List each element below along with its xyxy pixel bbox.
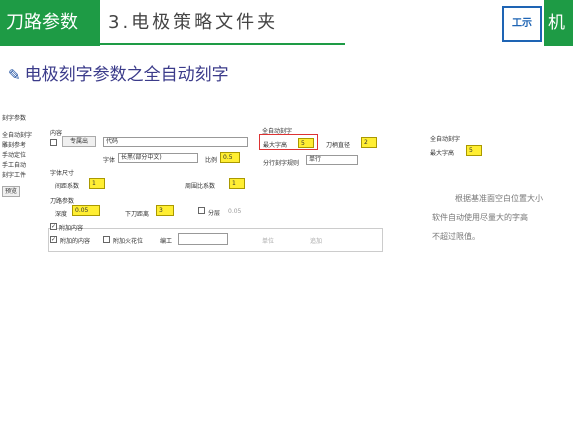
border-label: 周围比系数 bbox=[185, 183, 216, 190]
append-button[interactable]: 追加 bbox=[310, 236, 322, 245]
attach1-checkbox[interactable]: ✓ bbox=[50, 236, 57, 243]
down-input[interactable]: 3 bbox=[156, 205, 174, 216]
font-label: 字体 bbox=[103, 157, 116, 164]
depth-input[interactable]: 0.05 bbox=[72, 205, 100, 216]
spacing-input[interactable]: 1 bbox=[89, 178, 105, 189]
callout-max-size-input: 5 bbox=[466, 145, 482, 156]
brand-logo: 工示 bbox=[502, 6, 542, 42]
callout-max-size-label: 最大字高 bbox=[430, 150, 455, 157]
border-input[interactable]: 1 bbox=[229, 178, 245, 189]
layer-checkbox[interactable] bbox=[198, 207, 205, 214]
content-label: 内容 bbox=[50, 130, 63, 137]
sidebar-item-workpiece[interactable]: 刻字工件 bbox=[2, 170, 26, 179]
max-size-label: 最大字高 bbox=[263, 142, 288, 149]
order-label: 分行刻字规则 bbox=[263, 160, 300, 167]
pencil-icon: ✎ bbox=[8, 66, 21, 84]
sidebar-title: 刻字参数 bbox=[2, 115, 27, 122]
brand-name: 机 bbox=[544, 0, 573, 46]
title-underline bbox=[100, 43, 345, 45]
unit-button[interactable]: 单位 bbox=[262, 236, 274, 245]
preview-button[interactable]: 预览 bbox=[2, 186, 20, 197]
char-size-group-label: 字体尺寸 bbox=[50, 170, 75, 177]
tool-params-group-label: 刀路参数 bbox=[50, 198, 75, 205]
attach1-label: 附加的内容 bbox=[60, 238, 91, 245]
sidebar-item-handauto[interactable]: 手工自动 bbox=[2, 160, 26, 169]
attach-group-checkbox[interactable]: ✓ bbox=[50, 223, 57, 230]
chapter-title: 3.电极策略文件夹 bbox=[108, 12, 279, 33]
section-tab: 刀路参数 bbox=[0, 0, 100, 46]
font-select[interactable]: 长黑(部分中文) bbox=[118, 153, 198, 163]
special-button[interactable]: 专属出 bbox=[62, 136, 96, 147]
tool-gap-label: 刀柄直径 bbox=[326, 142, 351, 149]
ratio-input[interactable]: 0.5 bbox=[220, 152, 240, 163]
num-label: 编工 bbox=[160, 238, 173, 245]
sidebar-item-ref[interactable]: 雕刻参考 bbox=[2, 140, 26, 149]
callout-group-label: 全自动刻字 bbox=[430, 136, 461, 143]
subtitle-text: 电极刻字参数之全自动刻字 bbox=[24, 65, 229, 85]
down-label: 下刀距离 bbox=[125, 211, 150, 218]
layer-value: 0.05 bbox=[228, 208, 242, 215]
attach-group-label: 附加内容 bbox=[59, 225, 84, 232]
note-line-2: 软件自动使用尽量大的字高 bbox=[432, 213, 528, 222]
depth-label: 深度 bbox=[55, 211, 68, 218]
note-line-1: 根据基准面空白位置大小 bbox=[455, 194, 543, 203]
num-input[interactable] bbox=[178, 233, 228, 245]
sidebar-item-manual[interactable]: 手动定位 bbox=[2, 150, 26, 159]
slide-subtitle: ✎ 电极刻字参数之全自动刻字 bbox=[8, 60, 229, 85]
attach2-checkbox[interactable] bbox=[103, 236, 110, 243]
order-select[interactable]: 单行 bbox=[306, 155, 358, 165]
layer-label: 分层 bbox=[208, 210, 221, 217]
content-checkbox[interactable] bbox=[50, 139, 57, 146]
spacing-label: 间距系数 bbox=[55, 183, 80, 190]
note-line-3: 不超过限值。 bbox=[432, 232, 480, 241]
attach2-label: 附加火花位 bbox=[113, 238, 144, 245]
content-input[interactable]: 代码 bbox=[103, 137, 248, 147]
ratio-label: 比例 bbox=[205, 157, 218, 164]
sidebar-item-auto[interactable]: 全自动刻字 bbox=[2, 130, 32, 139]
tool-gap-input[interactable]: 2 bbox=[361, 137, 377, 148]
max-size-input[interactable]: 5 bbox=[298, 138, 314, 148]
